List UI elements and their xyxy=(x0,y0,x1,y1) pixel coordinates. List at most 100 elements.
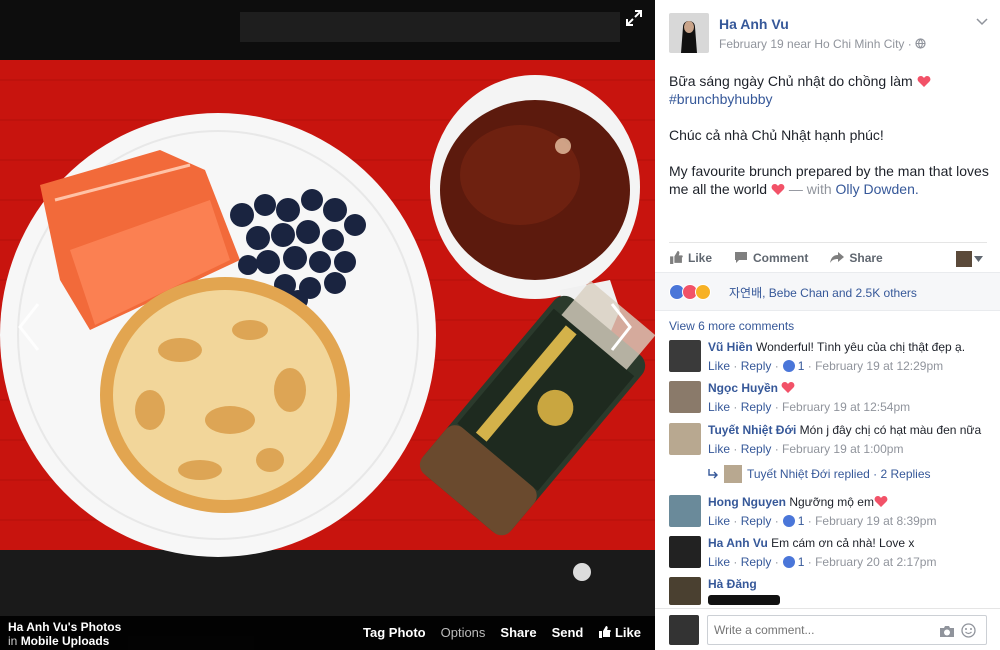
like-label: Like xyxy=(688,250,713,265)
comment-time[interactable]: February 20 at 2:17pm xyxy=(815,555,936,569)
caret-down-icon xyxy=(974,256,983,262)
hashtag-link[interactable]: #brunchbyhubby xyxy=(669,91,773,107)
comment-item: Hà Đăng xyxy=(669,577,994,605)
comment-like-link[interactable]: Like xyxy=(708,555,730,569)
post-meta: February 19 near Ho Chi Minh City · xyxy=(719,37,926,51)
audience-selector[interactable] xyxy=(956,251,983,267)
brunch-photo xyxy=(0,0,655,650)
comment-time[interactable]: February 19 at 8:39pm xyxy=(815,514,936,528)
avatar[interactable] xyxy=(669,381,701,413)
options-button[interactable]: Options xyxy=(441,625,486,640)
comment-item: Hong Nguyen Ngưỡng mộ em Like · Reply · 1… xyxy=(669,495,994,531)
share-button[interactable]: Share xyxy=(830,250,883,265)
photo-actions: Tag Photo Options Share Send Like xyxy=(363,625,641,640)
view-replies-link[interactable]: Tuyết Nhiệt Đới replied · 2 Replies xyxy=(707,465,931,483)
comment-author[interactable]: Vũ Hiền xyxy=(708,340,753,354)
comment-like-link[interactable]: Like xyxy=(708,359,730,373)
comment-like-link[interactable]: Like xyxy=(708,442,730,456)
comment-reply-link[interactable]: Reply xyxy=(741,555,772,569)
comment-author[interactable]: Tuyết Nhiệt Đới xyxy=(708,423,796,437)
like-photo-button[interactable]: Like xyxy=(598,625,641,640)
post-header: Ha Anh Vu February 19 near Ho Chi Minh C… xyxy=(669,13,989,55)
avatar xyxy=(669,615,699,645)
comment-text: Em cám ơn cả nhà! Love x xyxy=(771,536,915,550)
comment-item: Ha Anh Vu Em cám ơn cả nhà! Love x Like … xyxy=(669,536,994,572)
reactions-bar: 자연배, Bebe Chan and 2.5K others xyxy=(655,272,1000,311)
post-panel: Ha Anh Vu February 19 near Ho Chi Minh C… xyxy=(655,0,1000,650)
reaction-icons[interactable] xyxy=(669,284,711,300)
like-button[interactable]: Like xyxy=(669,251,712,265)
avatar[interactable] xyxy=(669,495,701,527)
post-action-row: Like Comment Share xyxy=(669,242,987,272)
view-more-comments-link[interactable]: View 6 more comments xyxy=(669,319,794,333)
post-author[interactable]: Ha Anh Vu xyxy=(719,16,789,32)
album-title[interactable]: Ha Anh Vu's Photos xyxy=(8,620,121,634)
comment-item: Ngọc Huyền Like · Reply · February 19 at… xyxy=(669,381,994,417)
comment-text: Món j đây chị có hạt màu đen nữa xyxy=(799,423,982,437)
write-comment-bar xyxy=(655,608,1000,650)
photo-viewer: Ha Anh Vu's Photos in Mobile Uploads Tag… xyxy=(0,0,655,650)
heart-icon xyxy=(917,76,930,87)
caption-line-2: Chúc cả nhà Chủ Nhật hạnh phúc! xyxy=(669,127,884,143)
post-date-location[interactable]: February 19 near Ho Chi Minh City · xyxy=(719,37,912,51)
avatar[interactable] xyxy=(669,423,701,455)
avatar[interactable] xyxy=(669,13,709,53)
comment-author[interactable]: Ngọc Huyền xyxy=(708,381,778,395)
globe-icon xyxy=(915,38,926,49)
avatar[interactable] xyxy=(669,577,701,605)
heart-icon xyxy=(781,382,795,393)
tag-photo-button[interactable]: Tag Photo xyxy=(363,625,426,640)
like-photo-label: Like xyxy=(614,625,641,640)
comment-meta: Like · Reply · 1 · February 20 at 2:17pm xyxy=(708,555,937,569)
reactions-summary[interactable]: 자연배, Bebe Chan and 2.5K others xyxy=(729,284,917,301)
share-label: Share xyxy=(849,250,883,265)
like-reaction-icon xyxy=(782,556,795,568)
expand-icon[interactable] xyxy=(624,8,644,28)
wow-reaction-icon xyxy=(695,284,711,300)
comment-time[interactable]: February 19 at 1:00pm xyxy=(782,442,903,456)
album-name[interactable]: Mobile Uploads xyxy=(21,634,110,648)
comment-author[interactable]: Hà Đăng xyxy=(708,577,757,591)
reply-arrow-icon xyxy=(708,469,718,479)
chevron-down-icon[interactable] xyxy=(975,17,989,27)
comment-time[interactable]: February 19 at 12:54pm xyxy=(782,400,910,414)
comment-reply-link[interactable]: Reply xyxy=(741,359,772,373)
with-text: — with xyxy=(788,181,832,197)
comment-author[interactable]: Hong Nguyen xyxy=(708,495,786,509)
comment-reply-link[interactable]: Reply xyxy=(741,400,772,414)
comment-like-link[interactable]: Like xyxy=(708,514,730,528)
smile-icon[interactable] xyxy=(961,623,976,638)
send-button[interactable]: Send xyxy=(552,625,584,640)
comment-meta: Like · Reply · February 19 at 12:54pm xyxy=(708,400,911,414)
camera-icon[interactable] xyxy=(939,624,955,638)
comment-like-count[interactable]: 1 xyxy=(798,514,805,528)
post-caption: Bữa sáng ngày Chủ nhật do chồng làm #bru… xyxy=(669,72,991,216)
share-photo-button[interactable]: Share xyxy=(500,625,536,640)
comment-reply-link[interactable]: Reply xyxy=(741,442,772,456)
comment-meta: Like · Reply · February 19 at 1:00pm xyxy=(708,442,904,456)
comment-button[interactable]: Comment xyxy=(734,251,808,265)
chevron-right-icon[interactable] xyxy=(604,300,638,354)
like-reaction-icon xyxy=(782,360,795,372)
avatar xyxy=(956,251,972,267)
comment-meta: Like · Reply · 1 · February 19 at 8:39pm xyxy=(708,514,937,528)
chevron-left-icon[interactable] xyxy=(12,300,46,354)
tagged-person-link[interactable]: Olly Dowden. xyxy=(836,181,919,197)
heart-icon xyxy=(874,496,888,507)
avatar[interactable] xyxy=(669,340,701,372)
comment-icon xyxy=(735,252,748,263)
comment-label: Comment xyxy=(753,250,809,265)
comment-text: Wonderful! Tình yêu của chị thật đẹp ạ. xyxy=(756,340,966,354)
comment-like-count[interactable]: 1 xyxy=(798,359,805,373)
like-icon xyxy=(599,626,612,638)
comment-author[interactable]: Ha Anh Vu xyxy=(708,536,768,550)
comment-like-count[interactable]: 1 xyxy=(798,555,805,569)
comment-time[interactable]: February 19 at 12:29pm xyxy=(815,359,943,373)
share-icon xyxy=(830,252,845,263)
comment-reply-link[interactable]: Reply xyxy=(741,514,772,528)
like-reaction-icon xyxy=(782,515,795,527)
comment-like-link[interactable]: Like xyxy=(708,400,730,414)
in-label: in xyxy=(8,634,18,648)
comment-meta: Like · Reply · 1 · February 19 at 12:29pm xyxy=(708,359,944,373)
avatar[interactable] xyxy=(669,536,701,568)
